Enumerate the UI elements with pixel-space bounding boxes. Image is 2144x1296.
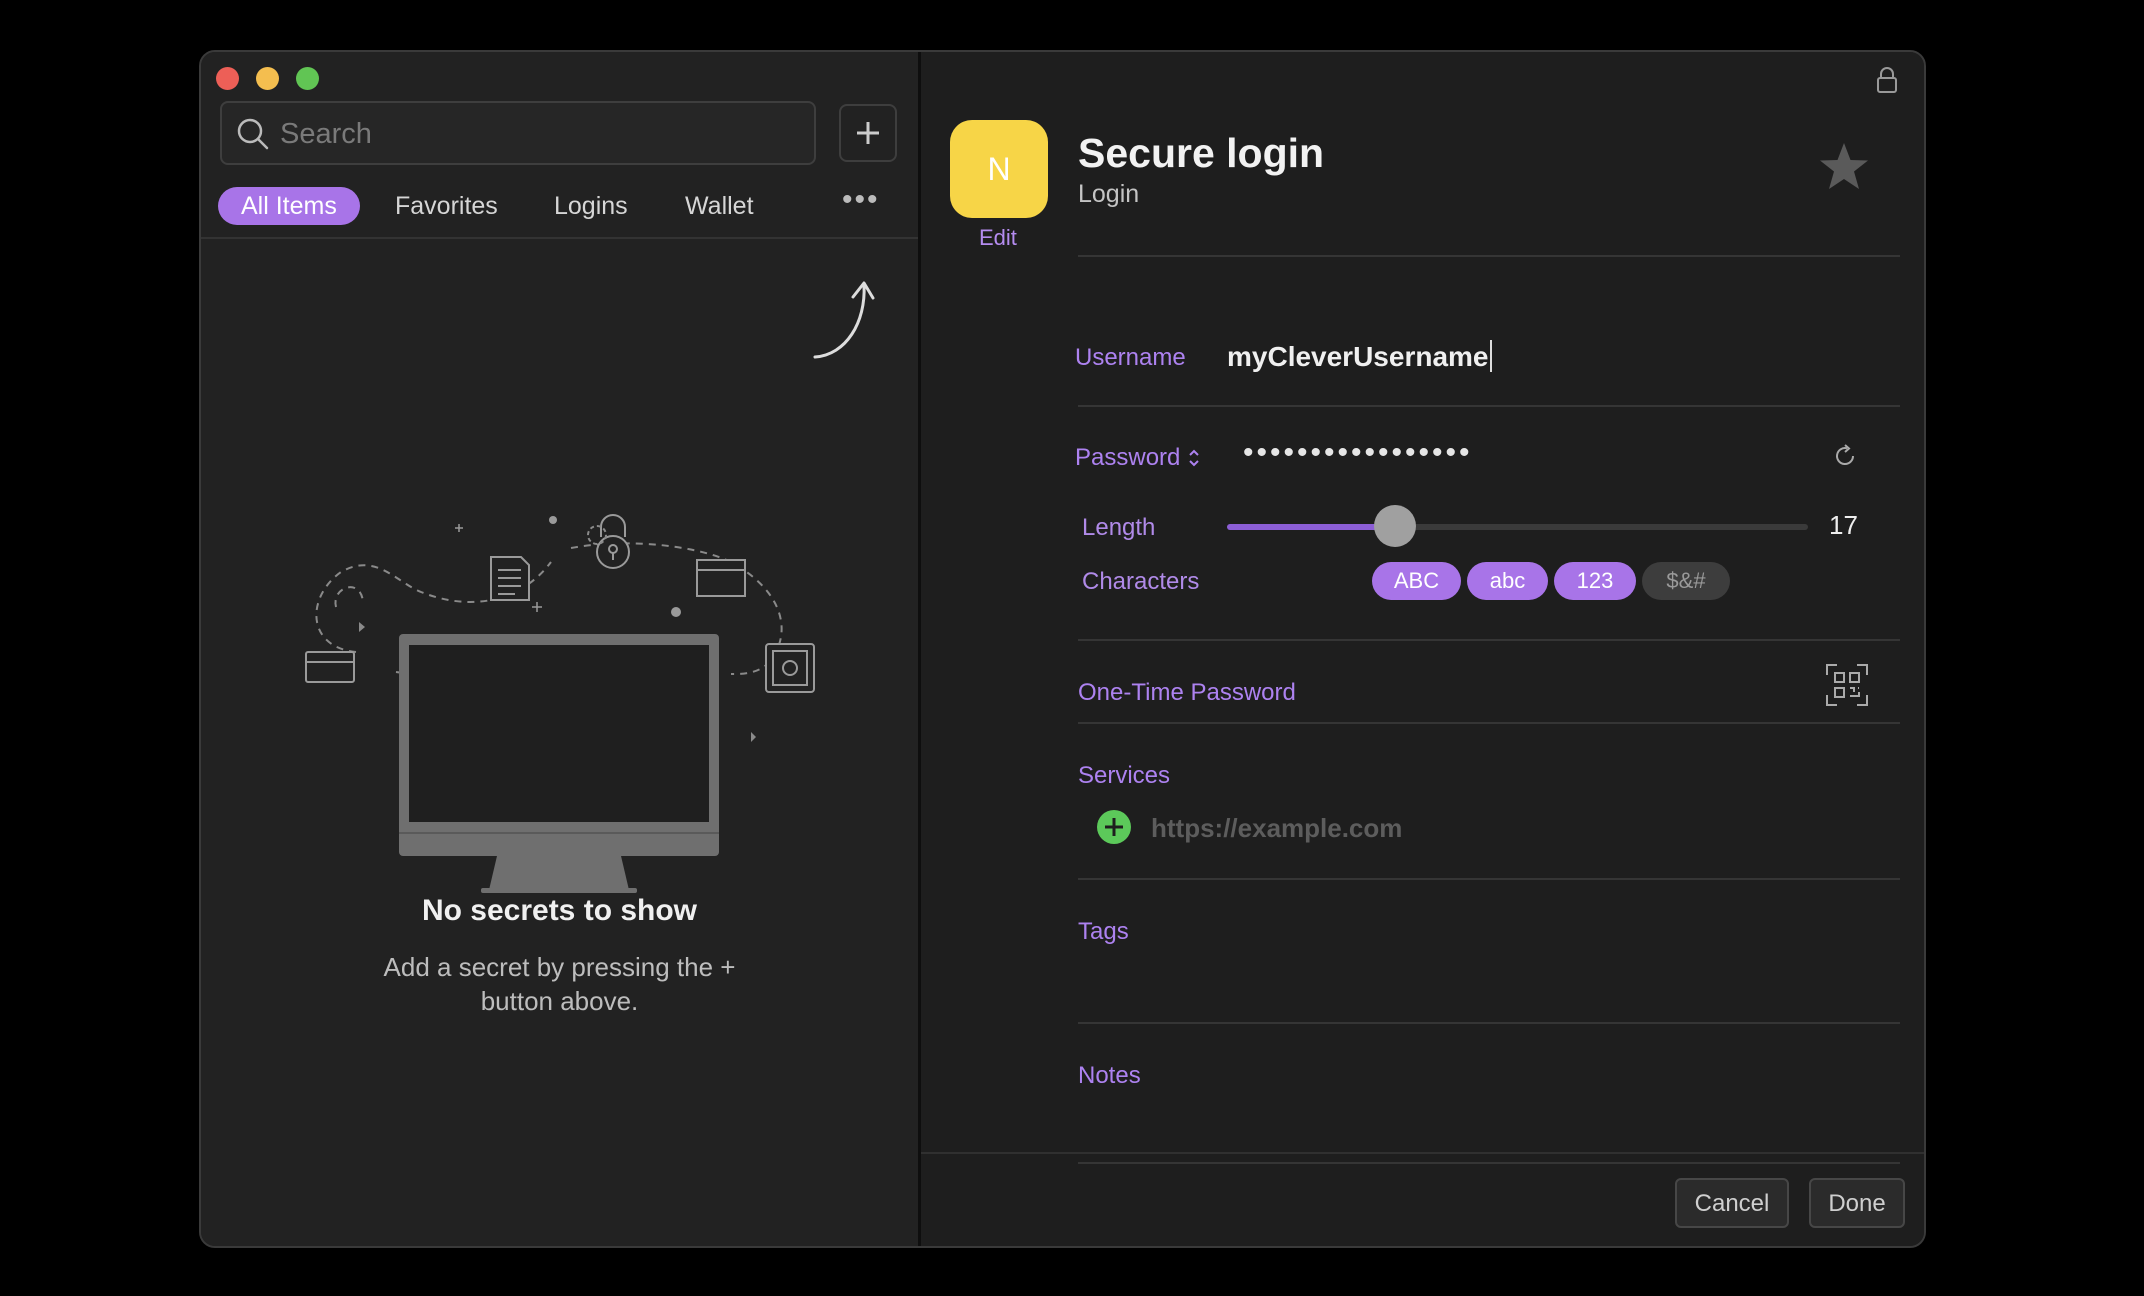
window-close-button[interactable] (216, 67, 239, 90)
divider (1078, 405, 1900, 407)
divider (1078, 878, 1900, 880)
service-url-input[interactable] (1149, 809, 1673, 847)
otp-label[interactable]: One-Time Password (1078, 679, 1296, 707)
more-filters-button[interactable]: ••• (842, 183, 880, 217)
footer-divider (921, 1152, 1924, 1154)
search-box[interactable] (220, 101, 816, 165)
window-minimize-button[interactable] (256, 67, 279, 90)
filter-all-items[interactable]: All Items (218, 187, 360, 225)
charset-uppercase-toggle[interactable]: ABC (1372, 562, 1461, 600)
qr-scan-icon[interactable] (1825, 663, 1869, 707)
edit-avatar-link[interactable]: Edit (979, 225, 1017, 251)
sidebar: All Items Favorites Logins Wallet ••• (201, 52, 918, 1246)
search-icon (237, 118, 269, 150)
divider (201, 237, 918, 239)
item-type: Login (1078, 180, 1140, 208)
divider (1078, 722, 1900, 724)
curved-arrow-icon (813, 281, 875, 359)
search-input[interactable] (278, 113, 802, 155)
filter-favorites[interactable]: Favorites (395, 187, 498, 225)
charset-symbols-toggle[interactable]: $&# (1642, 562, 1730, 600)
tags-label[interactable]: Tags (1078, 918, 1129, 946)
characters-label: Characters (1082, 568, 1200, 595)
favorite-star-icon[interactable] (1817, 141, 1871, 193)
length-value: 17 (1829, 510, 1858, 540)
length-slider-fill (1227, 524, 1396, 530)
cancel-button[interactable]: Cancel (1675, 1178, 1789, 1228)
chevron-up-down-icon (1189, 449, 1199, 467)
notes-label[interactable]: Notes (1078, 1062, 1141, 1090)
plus-icon (857, 122, 879, 144)
charset-digits-toggle[interactable]: 123 (1554, 562, 1636, 600)
lock-icon[interactable] (1876, 66, 1898, 94)
username-field[interactable]: myCleverUsername (1227, 340, 1492, 373)
add-item-button[interactable] (839, 104, 897, 162)
password-field[interactable]: ••••••••••••••••• (1243, 436, 1473, 470)
charset-lowercase-toggle[interactable]: abc (1467, 562, 1548, 600)
done-button[interactable]: Done (1809, 1178, 1905, 1228)
detail-pane: N Edit Secure login Login Username myCle… (921, 52, 1924, 1246)
divider (1078, 1022, 1900, 1024)
services-label: Services (1078, 762, 1171, 789)
password-label-text: Password (1075, 444, 1181, 471)
username-label: Username (1075, 344, 1186, 371)
app-window: All Items Favorites Logins Wallet ••• (199, 50, 1926, 1248)
add-service-icon[interactable] (1096, 809, 1132, 845)
empty-state-subtitle: Add a secret by pressing the + button ab… (383, 952, 736, 1016)
password-label[interactable]: Password (1075, 444, 1201, 472)
length-slider-knob[interactable] (1374, 505, 1417, 547)
length-slider[interactable] (1227, 505, 1808, 547)
filter-wallet[interactable]: Wallet (685, 187, 754, 225)
divider (1078, 255, 1900, 257)
item-title[interactable]: Secure login (1078, 130, 1324, 177)
empty-state-title: No secrets to show (421, 894, 698, 927)
window-zoom-button[interactable] (296, 67, 319, 90)
divider (1078, 1162, 1900, 1164)
divider (1078, 639, 1900, 641)
regenerate-icon[interactable] (1831, 442, 1859, 470)
length-label: Length (1082, 514, 1156, 541)
item-avatar: N (950, 120, 1048, 218)
empty-state-illustration (305, 514, 815, 893)
filter-logins[interactable]: Logins (554, 187, 628, 225)
